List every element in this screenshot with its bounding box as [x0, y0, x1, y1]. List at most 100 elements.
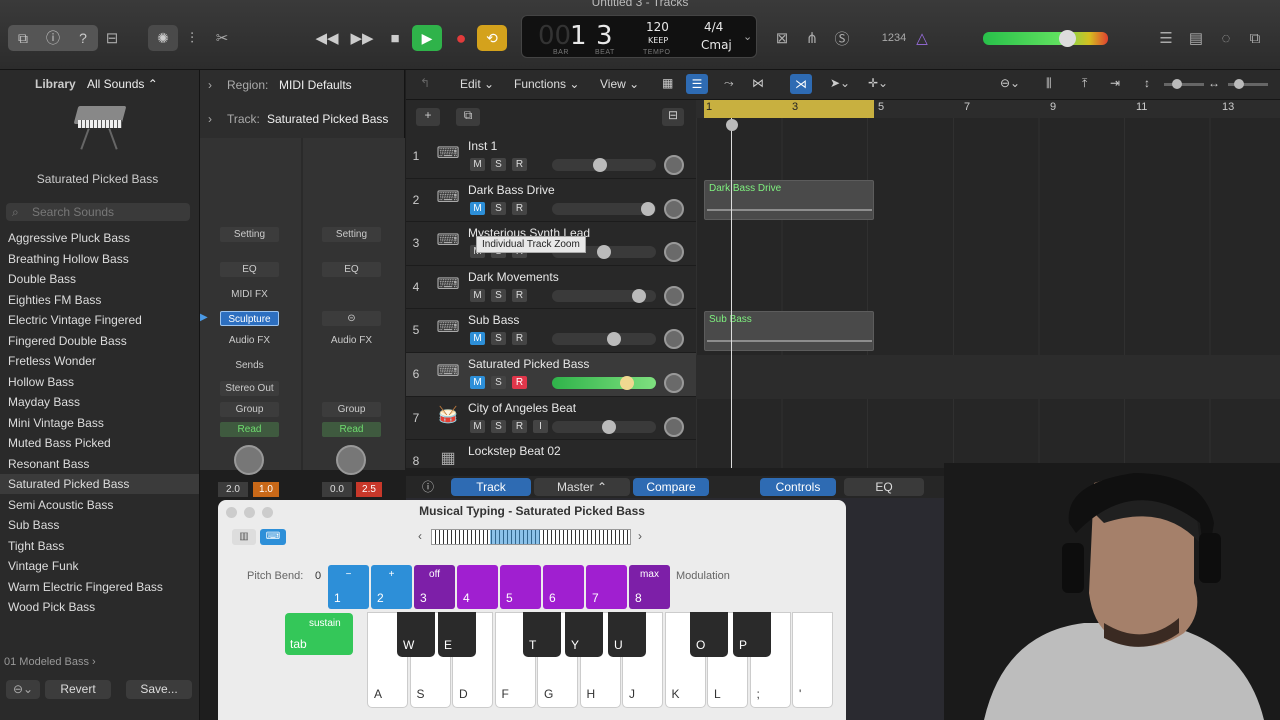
record-enable-button[interactable]: R	[512, 332, 527, 346]
sound-list-item[interactable]: Double Bass	[8, 269, 193, 289]
search-input[interactable]: ⌕ Search Sounds	[6, 203, 190, 221]
track-name[interactable]: Lockstep Beat 02	[468, 444, 561, 458]
cycle-region[interactable]	[704, 100, 874, 118]
track-row[interactable]: 7 🥁 City of Angeles Beat M S R I	[406, 397, 696, 441]
mute-button[interactable]: M	[470, 376, 485, 389]
pan-knob[interactable]	[234, 445, 264, 475]
master-volume-slider[interactable]	[983, 30, 1108, 47]
volume-slider[interactable]	[552, 288, 656, 303]
automation-mode[interactable]: Read	[322, 422, 381, 437]
toolbar-icon[interactable]: ⊟	[100, 27, 124, 49]
stop-icon[interactable]: ■	[383, 27, 407, 49]
horizontal-fit-icon[interactable]: ⇥	[1110, 76, 1120, 90]
controls-tab[interactable]: Controls	[760, 478, 836, 496]
sends-slot[interactable]: Sends	[220, 358, 279, 373]
sound-list-item[interactable]: Aggressive Pluck Bass	[8, 228, 193, 248]
play-button[interactable]: ▶	[412, 25, 442, 51]
sounds-filter[interactable]: All Sounds ⌃	[87, 77, 158, 91]
arrange-area[interactable]: Dark Bass Drive Sub Bass	[696, 118, 1280, 468]
mute-button[interactable]: M	[470, 201, 485, 215]
pan-value[interactable]: 0.0	[322, 482, 352, 497]
solo-icon[interactable]: Ⓢ	[830, 27, 854, 49]
pencil-tool-icon[interactable]: ✛⌄	[868, 76, 888, 90]
sound-list-item[interactable]: Semi Acoustic Bass	[8, 495, 193, 515]
black-key[interactable]: O	[690, 612, 728, 657]
instrument-slot[interactable]: Sculpture	[220, 311, 279, 326]
track-row[interactable]: 4 ⌨ Dark Movements M S R	[406, 266, 696, 310]
pitch-mod-key[interactable]: 5	[500, 565, 541, 609]
volume-knob[interactable]	[593, 158, 607, 172]
black-key[interactable]: Y	[565, 612, 603, 657]
solo-button[interactable]: S	[491, 376, 506, 389]
volume-slider[interactable]	[552, 419, 656, 434]
master-tab[interactable]: Master ⌃	[534, 478, 630, 496]
track-name[interactable]: Inst 1	[468, 139, 497, 153]
track-row[interactable]: 2 ⌨ Dark Bass Drive M S R	[406, 179, 696, 223]
revert-button[interactable]: Revert	[45, 680, 111, 699]
record-enable-button[interactable]: R	[512, 288, 527, 302]
midi-region[interactable]: Sub Bass	[704, 311, 874, 351]
link-icon[interactable]: ⊝	[322, 311, 381, 326]
automation-icon[interactable]: ⤳	[724, 76, 734, 91]
edit-menu[interactable]: Edit ⌄	[460, 77, 494, 91]
sound-list-item[interactable]: Warm Electric Fingered Bass	[8, 577, 193, 597]
group-slot[interactable]: Group	[220, 402, 279, 417]
chevron-left-icon[interactable]: ‹	[418, 529, 422, 543]
scissors-icon[interactable]: ✂	[210, 27, 234, 49]
pointer-tool-icon[interactable]: ➤⌄	[830, 76, 850, 90]
pan-knob[interactable]	[664, 329, 684, 350]
track-row[interactable]: 5 ⌨ Sub Bass M S R	[406, 309, 696, 353]
loops-icon[interactable]: ◌	[1214, 27, 1238, 49]
eq-tab[interactable]: EQ	[844, 478, 924, 496]
sustain-key[interactable]: sustain tab	[285, 613, 353, 655]
track-value[interactable]: Saturated Picked Bass	[267, 112, 388, 126]
help-icon[interactable]: ?	[68, 30, 98, 46]
snap-icon[interactable]: ⋊	[790, 74, 812, 94]
audio-fx-slot[interactable]: Audio FX	[322, 333, 381, 348]
library-icon[interactable]: ⧉	[8, 30, 38, 47]
duplicate-track-icon[interactable]: ⧉	[456, 108, 480, 126]
track-name[interactable]: Sub Bass	[468, 313, 519, 327]
pan-value[interactable]: 2.0	[218, 482, 248, 497]
sound-list-item[interactable]: Fingered Double Bass	[8, 331, 193, 351]
track-name[interactable]: Saturated Picked Bass	[468, 357, 589, 371]
volume-knob[interactable]	[641, 201, 655, 216]
volume-slider[interactable]	[552, 376, 656, 390]
rewind-icon[interactable]: ◀◀	[315, 27, 339, 49]
volume-knob[interactable]	[607, 332, 621, 347]
sound-list-item[interactable]: Electric Vintage Fingered	[8, 310, 193, 330]
sound-list-item[interactable]: Breathing Hollow Bass	[8, 249, 193, 269]
pitch-mod-key[interactable]: +2	[371, 565, 412, 609]
global-tracks-icon[interactable]: ⊟	[662, 108, 684, 126]
info-icon[interactable]: ⓘ	[38, 28, 68, 48]
volume-knob[interactable]	[597, 245, 611, 260]
pitch-mod-key[interactable]: 4	[457, 565, 498, 609]
sound-list-item[interactable]: Resonant Bass	[8, 454, 193, 474]
record-enable-button[interactable]: R	[512, 376, 527, 389]
replace-icon[interactable]: ⊠	[770, 27, 794, 49]
browser-icon[interactable]: ⧉	[1243, 27, 1267, 49]
sound-list-item[interactable]: Mini Vintage Bass	[8, 413, 193, 433]
action-menu-icon[interactable]: ⊖⌄	[6, 680, 40, 699]
vertical-zoom-slider[interactable]	[1164, 79, 1204, 89]
solo-button[interactable]: S	[491, 332, 506, 346]
back-arrow-icon[interactable]: ↰	[420, 76, 430, 90]
track-name[interactable]: City of Angeles Beat	[468, 401, 576, 415]
pan-knob[interactable]	[664, 416, 684, 437]
output-slot[interactable]: Stereo Out	[220, 381, 279, 396]
pan-knob[interactable]	[664, 155, 684, 175]
catch-icon[interactable]: ⊖⌄	[1000, 76, 1020, 90]
black-key[interactable]: P	[733, 612, 771, 657]
volume-slider[interactable]	[552, 201, 656, 216]
metronome-icon[interactable]: △	[910, 27, 934, 49]
chevron-right-icon[interactable]: ›	[208, 112, 212, 126]
chevron-right-icon[interactable]: ›	[208, 78, 212, 92]
playhead[interactable]	[731, 118, 732, 468]
mute-button[interactable]: M	[470, 419, 485, 433]
pitch-mod-key[interactable]: 6	[543, 565, 584, 609]
pan-knob[interactable]	[664, 373, 684, 393]
midi-fx-slot[interactable]: MIDI FX	[220, 287, 279, 302]
list-editors-icon[interactable]: ☰	[1154, 27, 1178, 49]
chevron-right-icon[interactable]: ›	[638, 529, 642, 543]
midi-region[interactable]: Dark Bass Drive	[704, 180, 874, 220]
